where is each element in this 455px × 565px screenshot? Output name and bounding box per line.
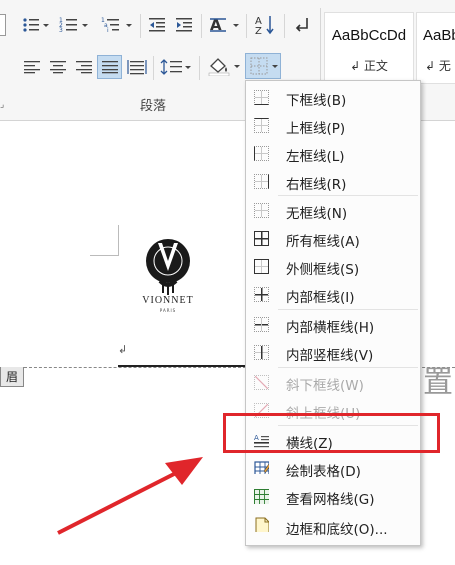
pointer-arrow-icon [57,457,203,535]
